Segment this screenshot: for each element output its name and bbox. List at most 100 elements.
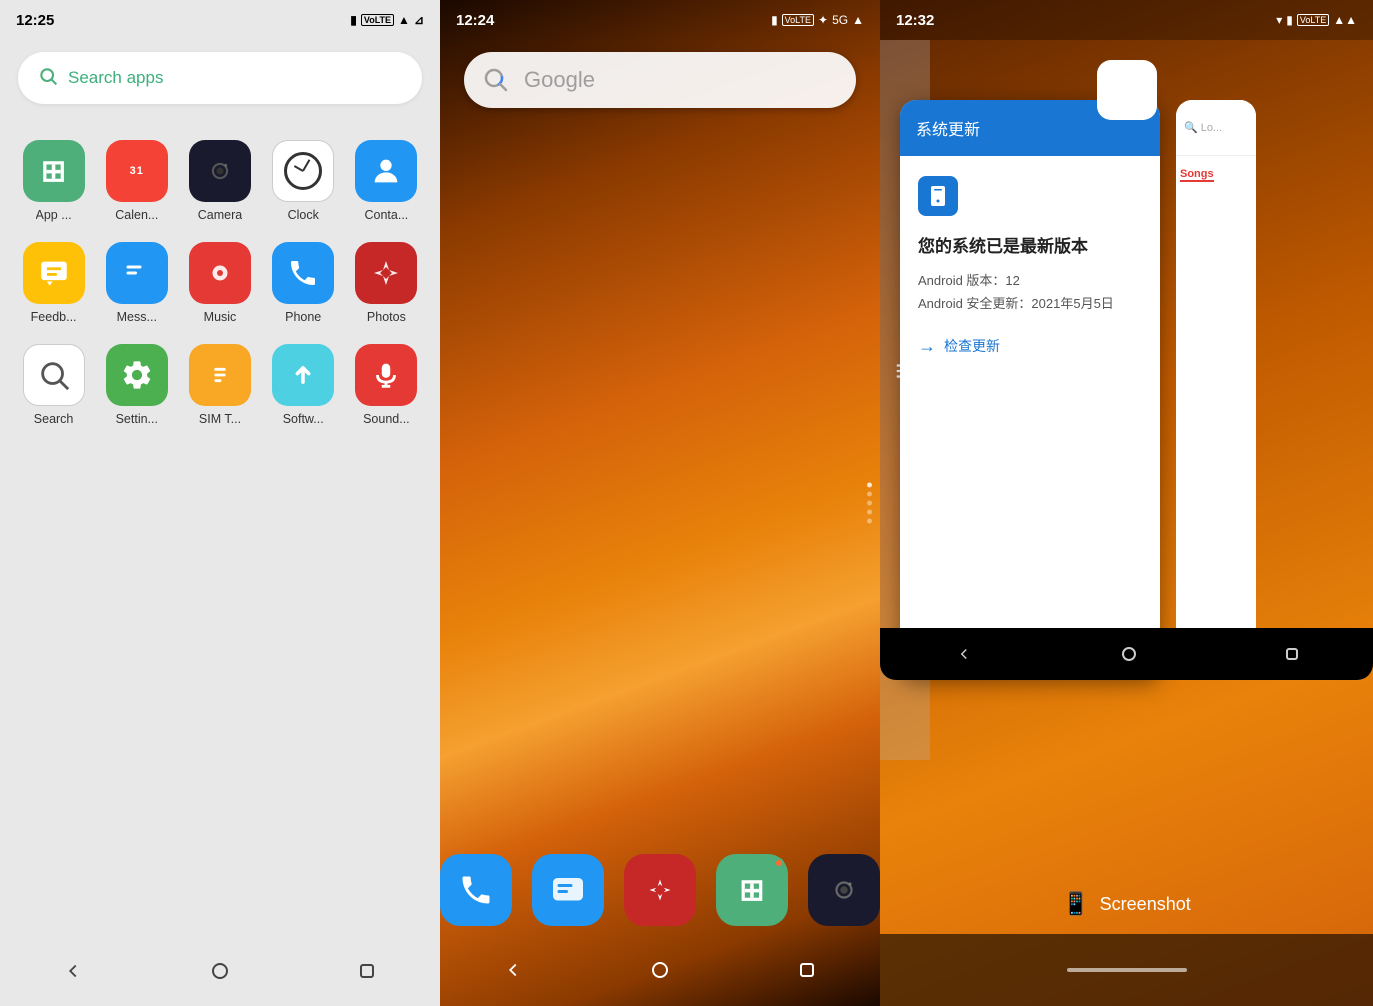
time-panel3: 12:32 [896,12,934,29]
check-update-arrow-icon: → [918,336,936,357]
dock: ⊞ [440,854,880,926]
card-nav-bar [900,628,1160,680]
recent-card-partial[interactable]: 🔍 Lo... Songs ⊙ Music [1176,100,1256,680]
google-search-bar[interactable]: Google [464,52,856,108]
app-item-software[interactable]: Softw... [262,332,345,434]
wifi-panel3: ▾ [1276,13,1282,27]
signal-icon: ▲ [398,13,410,27]
status-bar-panel2: 12:24 ▮ VoLTE ✦ 5G ▲ [440,0,880,40]
card-back-icon [955,645,973,663]
app-item-music[interactable]: Music [178,230,261,332]
app-icon-clock [272,140,334,202]
card-body-system-update: 您的系统已是最新版本 Android 版本：12 Android 安全更新：20… [900,156,1160,377]
battery-panel3: ▮ [1286,13,1293,27]
app-icon-calendar: 31 [106,140,168,202]
app-icon-appstore: ⊞ [23,140,85,202]
system-update-title: 您的系统已是最新版本 [918,232,1142,257]
app-item-contacts[interactable]: Conta... [345,128,428,230]
app-label-settings: Settin... [116,412,158,426]
app-icon-messages [106,242,168,304]
app-item-clock[interactable]: Clock [262,128,345,230]
back-button-panel1[interactable] [53,951,93,991]
search-input[interactable] [68,68,402,88]
search-bar[interactable] [18,52,422,104]
card-partial-header: 🔍 Lo... [1176,100,1256,156]
dock-phone[interactable] [440,854,512,926]
app-label-photos: Photos [367,310,406,324]
recents-panel: 12:32 ▾ ▮ VoLTE ▲▲ 系统更新 [880,0,1373,1006]
google-search-placeholder: Google [524,67,595,93]
songs-tab: Songs [1180,168,1214,182]
dock-camera[interactable] [808,854,880,926]
system-update-info: Android 版本：12 Android 安全更新：2021年5月5日 [918,269,1142,316]
app-icon-music [189,242,251,304]
screenshot-bar[interactable]: 📱 Screenshot [880,874,1373,934]
app-item-simt[interactable]: SIM T... [178,332,261,434]
status-bar-panel3: 12:32 ▾ ▮ VoLTE ▲▲ [880,0,1373,40]
card-header-title: 系统更新 [916,116,980,140]
card-partial-body: Songs [1176,156,1256,628]
recents-cards-area: 系统更新 您的系统已是最新版本 Android 版本：12 Android 安全… [880,100,1373,680]
status-icons-panel2: ▮ VoLTE ✦ 5G ▲ [771,13,864,27]
bottom-nav-panel2 [440,934,880,1006]
bluetooth-icon: ✦ [818,13,828,27]
home-indicator[interactable] [1067,968,1187,972]
app-item-calendar[interactable]: 31 Calen... [95,128,178,230]
status-icons-panel3: ▾ ▮ VoLTE ▲▲ [1276,13,1357,27]
app-label-search: Search [34,412,74,426]
app-icon-settings [106,344,168,406]
app-icon-simt [189,344,251,406]
system-update-icon [918,176,958,216]
app-icon-camera [189,140,251,202]
app-item-photos[interactable]: Photos [345,230,428,332]
app-label-contacts: Conta... [365,208,409,222]
app-item-camera[interactable]: Camera [178,128,261,230]
home-button-panel2[interactable] [640,950,680,990]
app-item-appstore[interactable]: ⊞ App ... [12,128,95,230]
home-button-panel1[interactable] [200,951,240,991]
signal-panel3: ▲▲ [1333,13,1357,27]
app-drawer-panel: 12:25 ▮ VoLTE ▲ ⊿ ⊞ App ... [0,0,440,1006]
check-update-button[interactable]: → 检查更新 [918,336,1142,357]
back-button-panel2[interactable] [493,950,533,990]
signal-5g: 5G [832,13,848,27]
status-icons-panel1: ▮ VoLTE ▲ ⊿ [350,13,424,27]
home-screen-panel: 12:24 ▮ VoLTE ✦ 5G ▲ Google [440,0,880,1006]
app-label-phone: Phone [285,310,321,324]
app-item-messages[interactable]: Mess... [95,230,178,332]
recents-button-panel1[interactable] [347,951,387,991]
app-icon-software [272,344,334,406]
app-item-settings[interactable]: Settin... [95,332,178,434]
signal-bars: ▲ [852,13,864,27]
app-label-clock: Clock [288,208,319,222]
app-icon-contacts [355,140,417,202]
app-icon-photos [355,242,417,304]
app-label-calendar: Calen... [115,208,158,222]
dock-photos[interactable] [624,854,696,926]
app-icon-phone [272,242,334,304]
dock-appstore[interactable]: ⊞ [716,854,788,926]
app-label-camera: Camera [198,208,242,222]
recent-card-system-update[interactable]: 系统更新 您的系统已是最新版本 Android 版本：12 Android 安全… [900,100,1160,680]
recents-button-panel2[interactable] [787,950,827,990]
dock-messages[interactable] [532,854,604,926]
app-item-sound[interactable]: Sound... [345,332,428,434]
app-item-search[interactable]: Search [12,332,95,434]
bottom-nav-panel3 [880,934,1373,1006]
app-item-phone[interactable]: Phone [262,230,345,332]
volte-panel3: VoLTE [1297,14,1329,26]
app-item-feedback[interactable]: Feedb... [12,230,95,332]
screenshot-label: Screenshot [1100,894,1191,915]
battery-panel2: ▮ [771,13,778,27]
search-icon [38,66,58,91]
app-label-appstore: App ... [36,208,72,222]
app-label-feedback: Feedb... [31,310,77,324]
battery-icon: ▮ [350,13,357,27]
app-grid: ⊞ App ... 31 Calen... Camera [0,120,440,442]
check-update-label: 检查更新 [944,336,1000,356]
app-label-software: Softw... [283,412,324,426]
app-label-simt: SIM T... [199,412,241,426]
android-version: Android 版本：12 [918,273,1020,288]
partial-search-icon: 🔍 Lo... [1184,121,1222,134]
time-panel2: 12:24 [456,12,494,29]
